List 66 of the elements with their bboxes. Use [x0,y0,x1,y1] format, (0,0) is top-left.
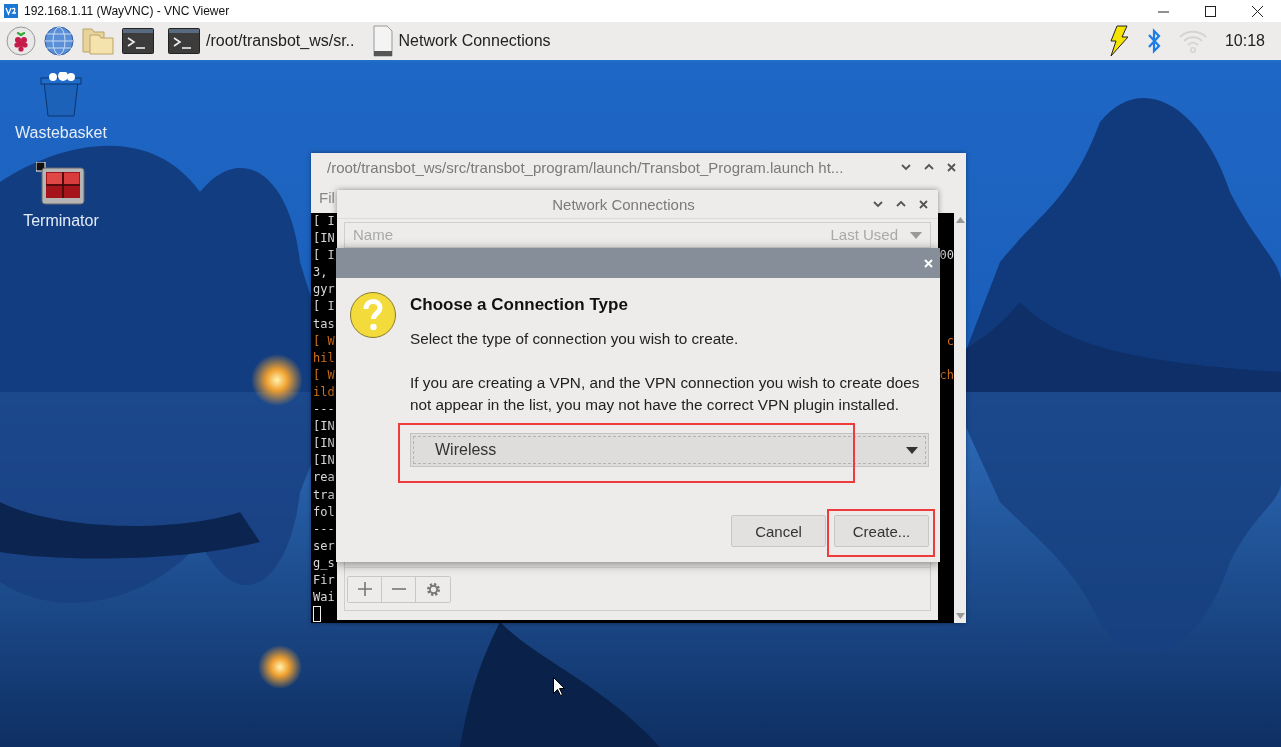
terminal-line: [ I [313,298,335,316]
bluetooth-icon[interactable] [1146,28,1161,54]
terminal-line: hil [313,349,335,367]
terminal-line: tas [313,315,335,333]
minimize-icon[interactable] [873,200,883,208]
terminal-icon [122,28,154,54]
plus-icon [356,581,373,597]
terminal-line: [IN [313,230,335,248]
terminal-line: [IN [313,418,335,436]
mouse-pointer-icon [553,677,565,696]
terminal-line: [ W [313,366,335,384]
close-icon[interactable] [947,162,956,172]
dialog-note: If you are creating a VPN, and the VPN connection you wish to create does not appear in the list, you may not have the correct VPN plugin installed. [410,373,921,415]
terminal-line: ch [939,366,954,384]
text-cursor [313,606,321,623]
icon-label: Wastebasket [15,124,107,142]
lightning-icon[interactable] [1108,25,1129,57]
dropdown-arrow-icon[interactable] [906,446,918,454]
terminal-line: --- [313,401,335,419]
window-title: Network Connections [551,195,696,213]
raspberry-icon[interactable] [6,26,36,56]
terminal-line: --- [313,520,335,538]
dialog-button[interactable]: Cancel [731,515,826,547]
terminal-line: gyr [313,281,335,299]
connection-type-dropdown[interactable]: Wireless [410,433,929,467]
terminal-line: rea [313,469,335,487]
terminal-line: tra [313,486,335,504]
terminal-line: Fir [313,571,335,589]
window-title: /root/transbot_ws/src/transbot_program/launch/Transbot_Program.launch ht... [327,158,845,176]
minimize-icon[interactable] [901,163,911,171]
document-icon [372,25,393,57]
taskbar-button[interactable]: /root/transbot_ws/sr.. [164,23,359,59]
window-title: 192.168.1.11 (WayVNC) - VNC Viewer [24,4,231,18]
question-icon [349,291,397,339]
terminal-line: fol [313,503,335,521]
gear-icon [424,580,442,598]
icon-label: Terminator [23,212,99,230]
terminal-line: 00 [939,247,954,265]
dialog-button[interactable]: Create... [834,515,929,547]
trash-icon[interactable] [38,72,84,118]
terminal-line: [IN [313,452,335,470]
maximize-icon[interactable] [1205,5,1216,17]
terminal-line: [IN [313,435,335,453]
terminal-line: [ W [313,332,335,350]
maximize-icon[interactable] [924,163,934,171]
maximize-icon[interactable] [896,200,906,208]
clock: 10:18 [1224,32,1265,50]
terminal-line: Wai [313,589,335,607]
dialog-heading: Choose a Connection Type [410,295,629,315]
taskbar-button[interactable]: Network Connections [368,23,555,59]
terminal-icon [168,28,200,54]
add-button[interactable] [348,576,382,602]
terminal-line: g_s [313,554,335,572]
terminal-line: ild [313,383,335,401]
dialog-message: Select the type of connection you wish to create. [410,329,740,349]
terminal-line: [ I [313,247,335,265]
terminal-line: c [946,332,954,350]
terminal-line: ser [313,537,335,555]
terminal-line: 3, [313,264,328,282]
close-icon[interactable] [919,199,928,209]
globe-icon[interactable] [44,26,74,56]
terminal-line: [ I [313,213,335,230]
close-icon[interactable] [1252,5,1263,17]
terminator-icon[interactable] [36,162,86,206]
app-logo-icon [4,4,18,18]
minus-icon [390,588,407,590]
